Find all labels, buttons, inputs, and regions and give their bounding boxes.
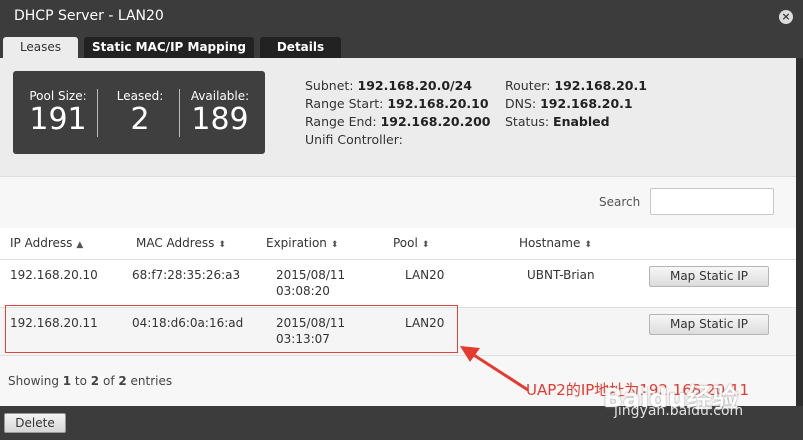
column-hostname[interactable]: Hostname ⬍	[519, 236, 592, 250]
filter-bar: Search	[0, 176, 796, 228]
map-static-ip-button[interactable]: Map Static IP	[649, 266, 769, 287]
column-label: Expiration	[266, 236, 327, 250]
pool-size-stat: Pool Size: 191	[23, 89, 93, 137]
summary-text: entries	[126, 374, 173, 388]
column-label: IP Address	[10, 236, 73, 250]
summary-total: 2	[118, 374, 127, 388]
status-label: Status:	[505, 114, 550, 129]
column-label: Hostname	[519, 236, 581, 250]
sort-icon: ⬍	[421, 240, 430, 250]
available-stat: Available: 189	[185, 89, 255, 137]
watermark-url: jingyan.baidu.com	[614, 403, 744, 419]
summary-from: 1	[62, 374, 72, 388]
divider	[97, 89, 98, 137]
subnet-label: Subnet:	[305, 78, 354, 93]
table-row: 192.168.20.10 68:f7:28:35:26:a3 2015/08/…	[0, 260, 796, 308]
pool-stats: Pool Size: 191 Leased: 2 Available: 189	[13, 71, 265, 154]
tab-leases[interactable]: Leases	[3, 37, 78, 58]
cell-ip: 192.168.20.10	[10, 268, 98, 282]
leased-label: Leased:	[116, 89, 164, 103]
highlight-box	[5, 305, 458, 353]
column-ip-address[interactable]: IP Address ▲	[10, 236, 83, 250]
column-label: MAC Address	[136, 236, 215, 250]
leased-stat: Leased: 2	[105, 89, 175, 137]
column-mac-address[interactable]: MAC Address ⬍	[136, 236, 226, 250]
search-input[interactable]	[650, 188, 774, 215]
sort-icon: ⬍	[218, 240, 226, 250]
table-header: IP Address ▲ MAC Address ⬍ Expiration ⬍ Poo…	[0, 228, 796, 260]
tab-bar: Leases Static MAC/IP Mapping Details	[0, 34, 803, 58]
router-label: Router:	[505, 78, 551, 93]
range-start-info: Range Start: 192.168.20.10	[305, 96, 489, 111]
dns-label: DNS:	[505, 96, 537, 111]
subnet-info: Subnet: 192.168.20.0/24	[305, 78, 472, 93]
available-value: 189	[191, 102, 249, 137]
dns-info: DNS: 192.168.20.1	[505, 96, 633, 111]
pool-summary: Pool Size: 191 Leased: 2 Available: 189 …	[0, 58, 796, 176]
title-bar: DHCP Server - LAN20 ×	[0, 0, 803, 34]
summary-text: to	[71, 374, 91, 388]
range-end-label: Range End:	[305, 114, 377, 129]
tab-static-mapping[interactable]: Static MAC/IP Mapping	[84, 37, 254, 58]
status-info: Status: Enabled	[505, 114, 610, 129]
cell-mac: 68:f7:28:35:26:a3	[132, 268, 241, 282]
cell-expiration-time: 03:08:20	[276, 284, 330, 298]
cell-hostname: UBNT-Brian	[527, 268, 595, 282]
column-pool[interactable]: Pool ⬍	[393, 236, 429, 250]
summary-text: of	[99, 374, 119, 388]
leased-value: 2	[130, 102, 150, 137]
close-icon[interactable]: ×	[779, 10, 793, 24]
dns-value: 192.168.20.1	[540, 96, 633, 111]
sort-asc-icon: ▲	[76, 240, 84, 250]
map-static-ip-button[interactable]: Map Static IP	[649, 314, 769, 335]
window-title: DHCP Server - LAN20	[14, 8, 164, 24]
entries-summary: Showing 1 to 2 of 2 entries	[8, 374, 172, 388]
summary-text: Showing	[8, 374, 63, 388]
summary-to: 2	[90, 374, 100, 388]
cell-expiration-date: 2015/08/11	[276, 268, 346, 282]
scrollbar[interactable]	[796, 58, 803, 406]
subnet-value: 192.168.20.0/24	[357, 78, 472, 93]
search-label: Search	[599, 195, 641, 209]
column-label: Pool	[393, 236, 418, 250]
sort-icon: ⬍	[330, 240, 339, 250]
divider	[179, 89, 180, 137]
column-expiration[interactable]: Expiration ⬍	[266, 236, 338, 250]
delete-button[interactable]: Delete	[4, 413, 66, 433]
controller-info: Unifi Controller:	[305, 132, 403, 147]
range-end-value: 192.168.20.200	[380, 114, 491, 129]
tab-details[interactable]: Details	[260, 37, 341, 58]
pool-size-label: Pool Size:	[29, 89, 87, 103]
annotation-arrow-icon	[460, 346, 529, 392]
range-start-label: Range Start:	[305, 96, 384, 111]
router-value: 192.168.20.1	[554, 78, 647, 93]
router-info: Router: 192.168.20.1	[505, 78, 647, 93]
available-label: Available:	[190, 89, 250, 103]
sort-icon: ⬍	[584, 240, 592, 250]
range-end-info: Range End: 192.168.20.200	[305, 114, 490, 129]
range-start-value: 192.168.20.10	[387, 96, 489, 111]
pool-size-value: 191	[29, 102, 87, 137]
cell-pool: LAN20	[405, 268, 445, 282]
status-value: Enabled	[553, 114, 610, 129]
controller-label: Unifi Controller:	[305, 132, 403, 147]
